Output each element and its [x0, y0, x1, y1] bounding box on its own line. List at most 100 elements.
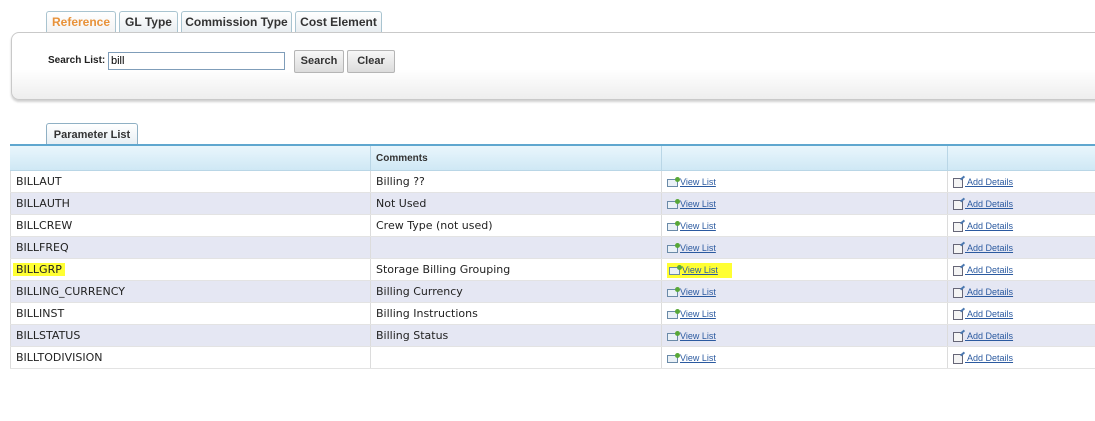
add-details-cell: Add Details: [947, 281, 1095, 302]
param-name-cell: BILLGRP: [10, 259, 370, 280]
view-list-icon: [669, 264, 682, 275]
view-list-label: View List: [680, 221, 716, 231]
search-input[interactable]: [108, 52, 285, 70]
param-name-cell: BILLCREW: [10, 215, 370, 236]
param-name-cell: BILLTODIVISION: [10, 347, 370, 368]
edit-icon: [953, 243, 963, 254]
add-details-label: Add Details: [967, 309, 1014, 319]
add-details-link[interactable]: Add Details: [953, 331, 1014, 342]
param-name: BILLSTATUS: [16, 329, 81, 342]
view-list-link[interactable]: View List: [667, 198, 716, 209]
tab-parameter-list[interactable]: Parameter List: [46, 123, 138, 145]
add-details-cell: Add Details: [947, 193, 1095, 214]
param-comment: Billing Instructions: [370, 303, 661, 324]
view-list-link[interactable]: View List: [667, 352, 716, 363]
view-list-icon: [667, 352, 680, 363]
add-details-label: Add Details: [967, 331, 1014, 341]
add-details-link[interactable]: Add Details: [953, 309, 1014, 320]
header-name: [10, 146, 370, 171]
view-list-icon: [667, 198, 680, 209]
header-comments: Comments: [370, 146, 661, 171]
view-list-icon: [667, 286, 680, 297]
search-button[interactable]: Search: [294, 50, 344, 73]
view-list-link[interactable]: View List: [667, 242, 716, 253]
view-list-cell: View List: [661, 237, 947, 258]
table-row: BILLSTATUS Billing Status View List Add De…: [10, 325, 1095, 347]
add-details-label: Add Details: [967, 221, 1014, 231]
table-row: BILLFREQ View List Add Details: [10, 237, 1095, 259]
add-details-link[interactable]: Add Details: [953, 199, 1014, 210]
view-list-label: View List: [680, 287, 716, 297]
tab-reference[interactable]: Reference: [46, 11, 116, 32]
add-details-label: Add Details: [967, 353, 1014, 363]
table-row: BILLGRP Storage Billing Grouping View List…: [10, 259, 1095, 281]
add-details-link[interactable]: Add Details: [953, 221, 1014, 232]
clear-button[interactable]: Clear: [347, 50, 395, 73]
param-name: BILLINST: [16, 307, 65, 320]
add-details-label: Add Details: [967, 265, 1014, 275]
param-name-cell: BILLAUTH: [10, 193, 370, 214]
view-list-icon: [667, 308, 680, 319]
param-name: BILLING_CURRENCY: [16, 285, 125, 298]
edit-icon: [953, 199, 963, 210]
param-name: BILLAUTH: [16, 197, 70, 210]
view-list-label: View List: [680, 309, 716, 319]
add-details-link[interactable]: Add Details: [953, 243, 1013, 254]
view-list-label: View List: [680, 331, 716, 341]
param-comment: [370, 237, 661, 258]
tab-gl-type[interactable]: GL Type: [119, 11, 178, 32]
add-details-link[interactable]: Add Details: [953, 353, 1014, 364]
add-details-label: Add Details: [967, 199, 1014, 209]
view-list-label: View List: [680, 243, 716, 253]
view-list-link[interactable]: View List: [667, 263, 732, 278]
view-list-label: View List: [680, 353, 716, 363]
table-row: BILLAUT Billing ?? View List Add Details: [10, 171, 1095, 193]
edit-icon: [953, 287, 963, 298]
param-name: BILLAUT: [16, 175, 62, 188]
table-row: BILLING_CURRENCY Billing Currency View Lis…: [10, 281, 1095, 303]
param-name: BILLCREW: [16, 219, 73, 232]
table-row: BILLAUTH Not Used View List Add Details: [10, 193, 1095, 215]
view-list-link[interactable]: View List: [667, 286, 716, 297]
add-details-cell: Add Details: [947, 237, 1095, 258]
add-details-cell: Add Details: [947, 325, 1095, 346]
view-list-label: View List: [682, 265, 718, 275]
tab-cost-element[interactable]: Cost Element: [295, 11, 382, 32]
param-comment: Billing Currency: [370, 281, 661, 302]
param-name: BILLTODIVISION: [16, 351, 103, 364]
view-list-link[interactable]: View List: [667, 220, 716, 231]
param-comment: Storage Billing Grouping: [370, 259, 661, 280]
edit-icon: [953, 221, 963, 232]
table-row: BILLTODIVISION View List Add Details: [10, 347, 1095, 369]
view-list-cell: View List: [661, 171, 947, 192]
table-row: BILLCREW Crew Type (not used) View List Ad…: [10, 215, 1095, 237]
add-details-link[interactable]: Add Details: [953, 265, 1014, 276]
add-details-label: Add Details: [967, 287, 1014, 297]
view-list-link[interactable]: View List: [667, 176, 716, 187]
view-list-icon: [667, 330, 680, 341]
param-name-cell: BILLFREQ: [10, 237, 370, 258]
edit-icon: [953, 265, 963, 276]
header-add: [947, 146, 1095, 171]
view-list-cell: View List: [661, 193, 947, 214]
view-list-cell: View List: [661, 259, 947, 280]
edit-icon: [953, 331, 963, 342]
view-list-icon: [667, 220, 680, 231]
param-name-cell: BILLING_CURRENCY: [10, 281, 370, 302]
add-details-link[interactable]: Add Details: [953, 287, 1014, 298]
view-list-label: View List: [680, 199, 716, 209]
view-list-link[interactable]: View List: [667, 308, 716, 319]
add-details-label: Add Details: [967, 177, 1014, 187]
view-list-cell: View List: [661, 303, 947, 324]
view-list-link[interactable]: View List: [667, 330, 716, 341]
table-body: BILLAUT Billing ?? View List Add Details BI…: [10, 171, 1095, 369]
search-label: Search List:: [48, 55, 106, 66]
view-list-label: View List: [680, 177, 716, 187]
tab-commission-type[interactable]: Commission Type: [181, 11, 292, 32]
add-details-link[interactable]: Add Details: [953, 177, 1014, 188]
edit-icon: [953, 353, 963, 364]
view-list-cell: View List: [661, 215, 947, 236]
param-name-cell: BILLINST: [10, 303, 370, 324]
view-list-cell: View List: [661, 325, 947, 346]
view-list-icon: [667, 176, 680, 187]
